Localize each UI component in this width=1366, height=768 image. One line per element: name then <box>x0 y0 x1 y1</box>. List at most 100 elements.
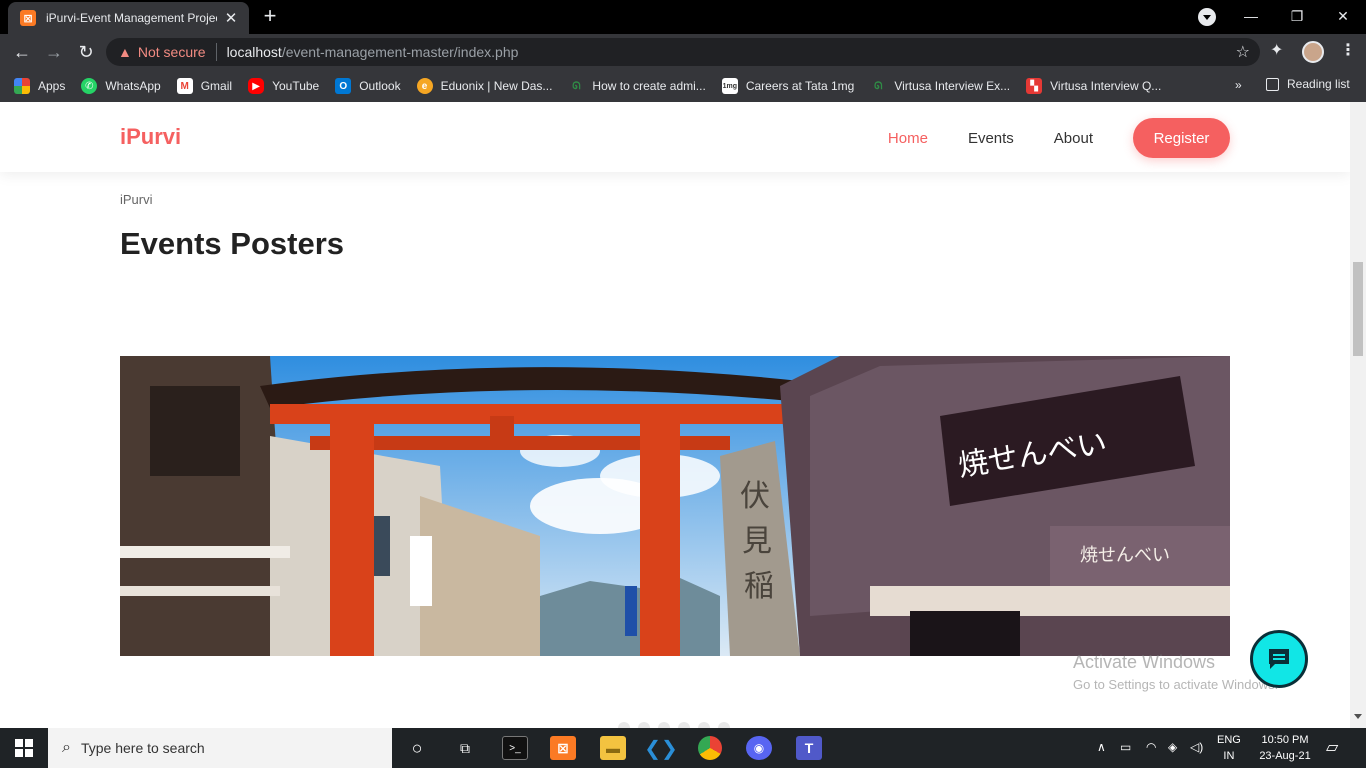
apps-grid-icon <box>14 78 30 94</box>
security-status[interactable]: Not secure <box>138 44 206 60</box>
notification-icon[interactable]: ▱ <box>1326 737 1338 757</box>
bookmark-label: Eduonix | New Das... <box>440 79 553 93</box>
svg-text:焼せんべい: 焼せんべい <box>1080 545 1170 566</box>
scrollbar-thumb[interactable] <box>1353 262 1363 356</box>
system-clock[interactable]: 10:50 PM 23-Aug-21 <box>1253 732 1317 764</box>
scroll-down-arrow-icon[interactable] <box>1354 714 1362 719</box>
browser-menu-icon[interactable]: ⋮ <box>1340 40 1356 60</box>
svg-text:伏: 伏 <box>740 479 770 514</box>
search-icon: ⌕ <box>62 739 71 756</box>
bookmarks-bar: Apps ✆ WhatsApp M Gmail ▶ YouTube O Outl… <box>0 70 1366 102</box>
extensions-puzzle-icon[interactable]: ✦ <box>1270 40 1283 60</box>
reload-icon[interactable]: ↻ <box>74 40 98 64</box>
vscode-icon[interactable]: ❮❯ <box>644 736 678 760</box>
language-code: ENG <box>1217 734 1241 746</box>
address-divider <box>215 43 217 61</box>
bookmark-label: Apps <box>38 79 66 93</box>
bookmark-outlook[interactable]: O Outlook <box>335 78 401 94</box>
browser-tab-strip: ⊠ iPurvi-Event Management Project ✕ + — … <box>0 0 1366 34</box>
bookmark-youtube[interactable]: ▶ YouTube <box>248 78 319 94</box>
bookmark-gfg-admin[interactable]: ᘏ How to create admi... <box>568 78 706 94</box>
nav-events-link[interactable]: Events <box>968 130 1014 147</box>
page-viewport: iPurvi Home Events About Register iPurvi… <box>0 102 1350 728</box>
tray-overflow-icon[interactable]: ∧ <box>1097 740 1106 754</box>
tab-close-icon[interactable]: ✕ <box>223 9 239 27</box>
site-logo[interactable]: iPurvi <box>120 124 181 150</box>
windows-activation-watermark: Activate Windows Go to Settings to activ… <box>1073 652 1278 692</box>
bookmark-star-icon[interactable]: ☆ <box>1236 42 1250 62</box>
language-indicator[interactable]: ENG IN <box>1217 732 1241 764</box>
page-title-rest: Posters <box>230 226 345 261</box>
url-host: localhost <box>226 44 282 60</box>
virtusa-icon: ▚ <box>1026 78 1043 94</box>
bookmark-apps[interactable]: Apps <box>14 78 65 94</box>
network-icon[interactable]: ◈ <box>1168 740 1177 754</box>
bookmark-whatsapp[interactable]: ✆ WhatsApp <box>81 78 161 94</box>
terminal-icon[interactable]: >_ <box>502 736 528 760</box>
start-button[interactable] <box>0 728 48 768</box>
volume-icon[interactable]: ◁) <box>1190 740 1203 754</box>
chrome-icon[interactable] <box>698 736 722 760</box>
xampp-favicon-icon: ⊠ <box>20 10 36 26</box>
minimize-button[interactable]: — <box>1228 4 1274 28</box>
xampp-icon[interactable]: ⊠ <box>550 736 576 760</box>
chat-button[interactable] <box>1250 630 1308 688</box>
site-header: iPurvi Home Events About Register <box>0 102 1350 172</box>
breadcrumb: iPurvi <box>120 192 153 207</box>
wifi-icon[interactable]: ◠ <box>1146 740 1156 754</box>
discord-icon[interactable]: ◉ <box>746 736 772 760</box>
bookmark-label: Virtusa Interview Ex... <box>894 79 1011 93</box>
bookmark-gmail[interactable]: M Gmail <box>176 78 232 94</box>
file-explorer-icon[interactable]: ▬ <box>600 736 626 760</box>
browser-toolbar: ← → ↻ ▲ Not secure localhost /event-mana… <box>0 34 1366 70</box>
warning-triangle-icon[interactable]: ▲ <box>118 44 132 60</box>
reading-list-label: Reading list <box>1287 77 1350 91</box>
forward-arrow-icon[interactable]: → <box>42 40 66 64</box>
close-window-button[interactable]: ✕ <box>1320 4 1366 28</box>
windows-logo-icon <box>15 739 33 757</box>
profile-avatar[interactable] <box>1302 41 1324 63</box>
svg-text:見: 見 <box>742 524 772 559</box>
bookmark-tata1mg[interactable]: 1mg Careers at Tata 1mg <box>721 78 855 94</box>
register-button[interactable]: Register <box>1133 118 1230 158</box>
bookmark-label: How to create admi... <box>592 79 706 93</box>
new-tab-button[interactable]: + <box>258 5 282 29</box>
browser-tab[interactable]: ⊠ iPurvi-Event Management Project ✕ <box>8 2 249 34</box>
address-bar[interactable]: ▲ Not secure localhost /event-management… <box>106 38 1260 66</box>
bookmark-label: Careers at Tata 1mg <box>745 79 855 93</box>
nav-about-link[interactable]: About <box>1054 130 1093 147</box>
clock-date: 23-Aug-21 <box>1259 750 1311 762</box>
region-code: IN <box>1223 750 1235 762</box>
bookmark-virtusa-questions[interactable]: ▚ Virtusa Interview Q... <box>1026 78 1161 94</box>
cortana-circle-icon[interactable]: ○ <box>404 736 430 760</box>
bookmark-label: WhatsApp <box>105 79 161 93</box>
gfg-icon: ᘏ <box>572 80 581 92</box>
bookmarks-overflow-button[interactable]: » <box>1235 78 1242 92</box>
chat-bubble-icon <box>1269 649 1289 669</box>
back-arrow-icon[interactable]: ← <box>10 40 34 64</box>
main-nav: Home Events About Register <box>888 118 1230 158</box>
teams-icon[interactable]: T <box>796 736 822 760</box>
reading-list-button[interactable]: Reading list <box>1266 77 1350 91</box>
whatsapp-icon: ✆ <box>81 78 98 94</box>
outlook-icon: O <box>335 78 352 94</box>
page-title-bold: Events <box>120 226 222 261</box>
bookmark-virtusa-experience[interactable]: ᘏ Virtusa Interview Ex... <box>870 78 1010 94</box>
search-placeholder: Type here to search <box>80 740 205 756</box>
tab-search-icon[interactable] <box>1198 8 1216 26</box>
bookmark-label: Virtusa Interview Q... <box>1050 79 1162 93</box>
tata1mg-icon: 1mg <box>721 78 738 94</box>
battery-icon[interactable]: ▭ <box>1120 740 1131 754</box>
bookmark-label: YouTube <box>272 79 320 93</box>
windows-taskbar: ⌕ Type here to search ○ ⧉ >_ ⊠ ▬ ❮❯ ◉ T … <box>0 728 1366 768</box>
eduonix-icon: e <box>416 78 433 94</box>
page-scrollbar[interactable] <box>1350 102 1366 728</box>
bookmark-eduonix[interactable]: e Eduonix | New Das... <box>416 78 553 94</box>
event-poster-carousel[interactable]: 伏 見 稲 焼せんべい 焼せんべい <box>120 356 1230 656</box>
nav-home-link[interactable]: Home <box>888 130 928 147</box>
youtube-icon: ▶ <box>248 78 265 94</box>
kyoto-street-poster-image: 伏 見 稲 焼せんべい 焼せんべい <box>120 356 1230 656</box>
restore-button[interactable]: ❐ <box>1274 4 1320 28</box>
task-view-icon[interactable]: ⧉ <box>452 736 478 760</box>
taskbar-search[interactable]: ⌕ Type here to search <box>48 728 392 768</box>
